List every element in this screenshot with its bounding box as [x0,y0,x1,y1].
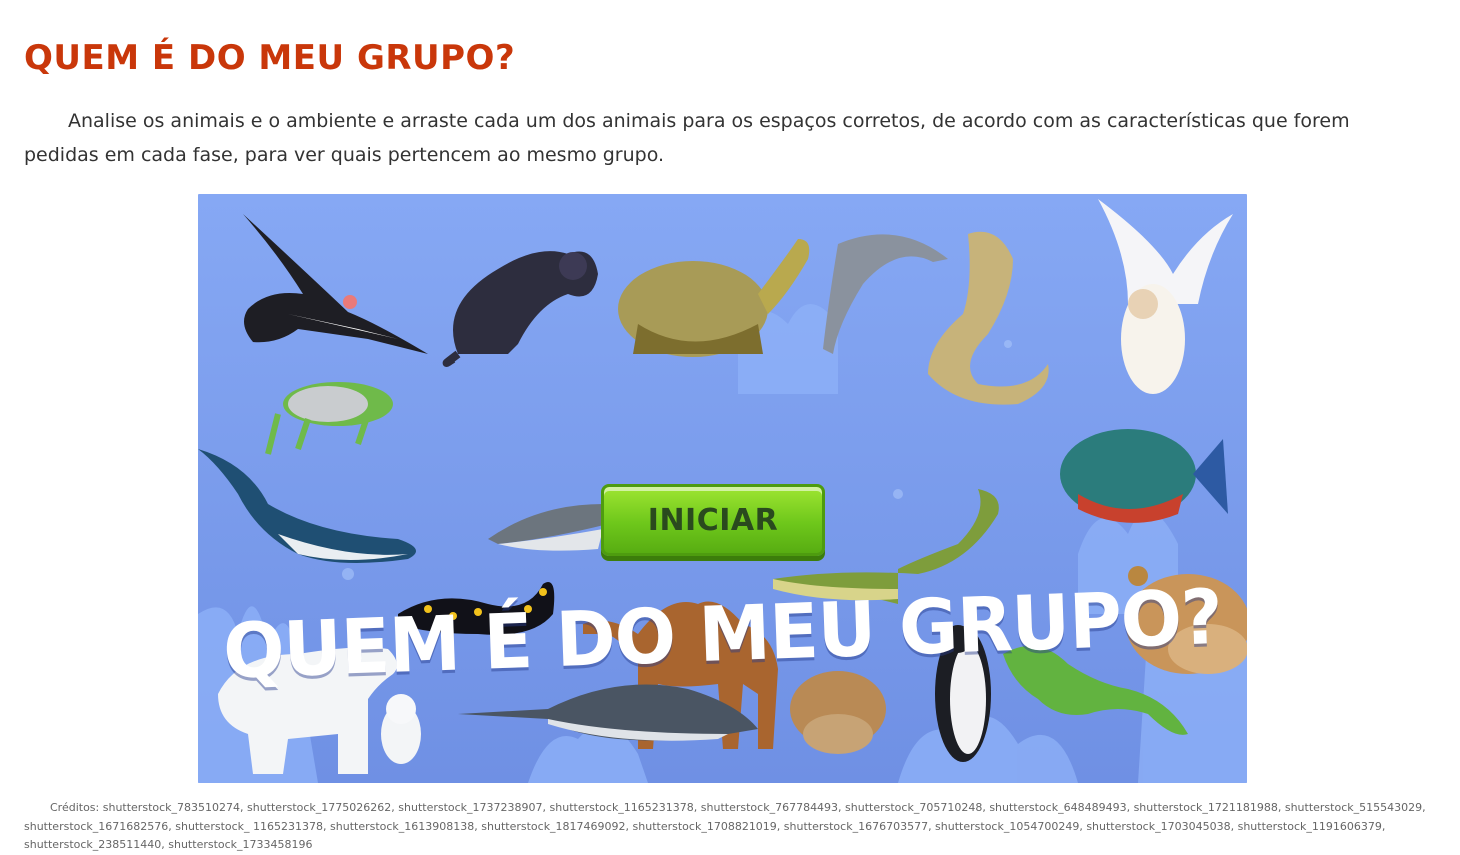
start-button-label: INICIAR [647,502,779,538]
start-button[interactable]: INICIAR [601,484,825,556]
page-title: QUEM É DO MEU GRUPO? [24,38,516,78]
game-canvas[interactable]: QUEM É DO MEU GRUPO? INICIAR [198,194,1247,783]
instructions-text: Analise os animais e o ambiente e arrast… [24,110,1350,166]
polar-bear-cub-animal[interactable] [381,694,421,764]
image-credits: Créditos: shutterstock_783510274, shutte… [24,801,1426,851]
